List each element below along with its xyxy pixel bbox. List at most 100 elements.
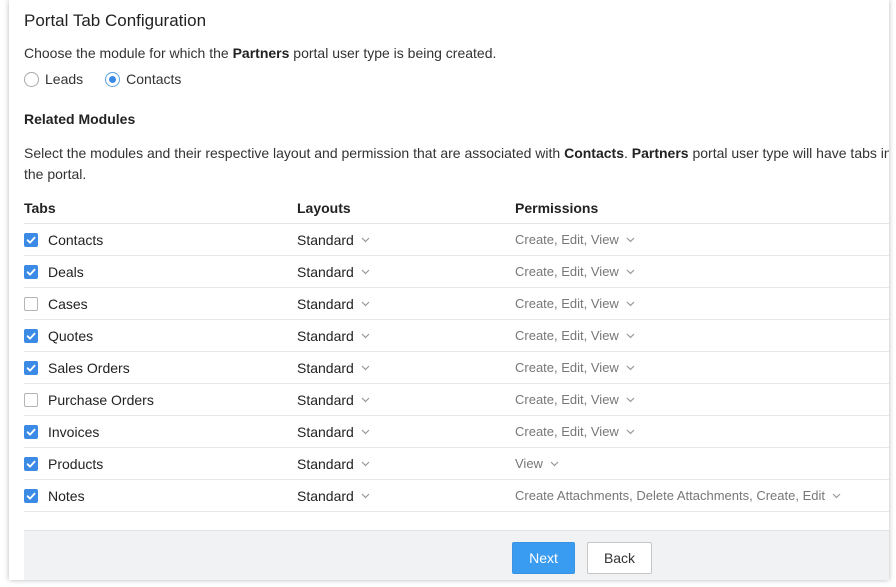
footer-bar: Next Back [24,530,889,580]
chevron-down-icon [626,237,635,243]
module-choice-prefix: Choose the module for which the [24,45,233,61]
table-row: Cases Standard Create, Edit, View [24,288,889,320]
tab-name: Deals [48,263,84,280]
radio-contacts[interactable]: Contacts [105,71,181,87]
chevron-down-icon [361,301,370,307]
chevron-down-icon [550,461,559,467]
layout-dropdown[interactable]: Standard [297,392,515,408]
table-row: Notes Standard Create Attachments, Delete … [24,480,889,512]
radio-leads-circle[interactable] [24,71,39,87]
desc-sep: . [623,145,632,161]
layout-dropdown[interactable]: Standard [297,424,515,440]
tab-cell: Products [24,456,297,472]
layout-value: Standard [297,391,354,408]
permission-dropdown[interactable]: Create, Edit, View [515,328,889,343]
chevron-down-icon [361,429,370,435]
related-modules-title: Related Modules [24,111,136,127]
module-choice-text: Choose the module for which the Partners… [24,45,496,61]
portal-tab-config-panel: Portal Tab Configuration Choose the modu… [9,0,889,580]
layout-value: Standard [297,455,354,472]
radio-contacts-circle[interactable] [105,71,121,87]
chevron-down-icon [361,461,370,467]
layout-value: Standard [297,423,354,440]
permission-dropdown[interactable]: Create Attachments, Delete Attachments, … [515,488,889,503]
header-tabs: Tabs [24,199,56,216]
radio-leads[interactable]: Leads [24,71,83,87]
modules-table: Tabs Layouts Permissions Contacts Standar… [24,192,889,512]
module-radio-group: Leads Contacts [24,71,203,87]
tab-cell: Purchase Orders [24,392,297,408]
back-button[interactable]: Back [587,542,652,574]
tab-checkbox[interactable] [24,328,38,343]
layout-dropdown[interactable]: Standard [297,232,515,248]
layout-dropdown[interactable]: Standard [297,456,515,472]
permission-dropdown[interactable]: View [515,456,889,471]
tab-cell: Notes [24,488,297,504]
chevron-down-icon [626,333,635,339]
table-body: Contacts Standard Create, Edit, View Deals S… [24,224,889,512]
header-layouts: Layouts [297,199,351,216]
tab-checkbox[interactable] [24,424,38,439]
layout-dropdown[interactable]: Standard [297,360,515,376]
permission-dropdown[interactable]: Create, Edit, View [515,264,889,279]
layout-value: Standard [297,327,354,344]
chevron-down-icon [361,365,370,371]
permission-value: Create Attachments, Delete Attachments, … [515,488,825,503]
tab-checkbox[interactable] [24,232,38,247]
layout-dropdown[interactable]: Standard [297,296,515,312]
permission-dropdown[interactable]: Create, Edit, View [515,296,889,311]
permission-value: Create, Edit, View [515,264,619,279]
next-button[interactable]: Next [512,542,575,574]
desc-user-type: Partners [631,145,689,161]
permission-dropdown[interactable]: Create, Edit, View [515,424,889,439]
permission-value: Create, Edit, View [515,296,619,311]
layout-dropdown[interactable]: Standard [297,328,515,344]
related-modules-description: Select the modules and their respective … [24,143,889,185]
chevron-down-icon [626,429,635,435]
chevron-down-icon [626,365,635,371]
permission-dropdown[interactable]: Create, Edit, View [515,360,889,375]
tab-name: Contacts [48,231,104,248]
permission-value: Create, Edit, View [515,392,619,407]
permission-value: Create, Edit, View [515,424,619,439]
tab-checkbox[interactable] [24,456,38,471]
tab-name: Sales Orders [48,359,130,376]
tab-checkbox[interactable] [24,488,38,503]
radio-leads-label: Leads [45,71,84,87]
layout-value: Standard [297,359,354,376]
header-permissions: Permissions [515,199,599,216]
tab-name: Notes [48,487,85,504]
tab-cell: Sales Orders [24,360,297,376]
table-row: Products Standard View [24,448,889,480]
chevron-down-icon [626,397,635,403]
permission-value: View [515,456,543,471]
module-choice-suffix: portal user type is being created. [289,45,497,61]
layout-dropdown[interactable]: Standard [297,264,515,280]
permission-value: Create, Edit, View [515,232,619,247]
layout-dropdown[interactable]: Standard [297,488,515,504]
tab-checkbox[interactable] [24,360,38,375]
tab-name: Purchase Orders [48,391,154,408]
table-header: Tabs Layouts Permissions [24,192,889,224]
tab-name: Products [48,455,104,472]
tab-cell: Invoices [24,424,297,440]
permission-dropdown[interactable]: Create, Edit, View [515,232,889,247]
permission-dropdown[interactable]: Create, Edit, View [515,392,889,407]
tab-name: Quotes [48,327,94,344]
chevron-down-icon [361,333,370,339]
layout-value: Standard [297,263,354,280]
permission-value: Create, Edit, View [515,328,619,343]
table-row: Deals Standard Create, Edit, View [24,256,889,288]
tab-name: Cases [48,295,88,312]
table-row: Sales Orders Standard Create, Edit, View [24,352,889,384]
chevron-down-icon [361,397,370,403]
layout-value: Standard [297,487,354,504]
chevron-down-icon [626,269,635,275]
tab-checkbox[interactable] [24,392,38,407]
table-row: Quotes Standard Create, Edit, View [24,320,889,352]
tab-cell: Deals [24,264,297,280]
permission-value: Create, Edit, View [515,360,619,375]
tab-cell: Contacts [24,232,297,248]
tab-checkbox[interactable] [24,264,38,279]
tab-checkbox[interactable] [24,296,38,311]
